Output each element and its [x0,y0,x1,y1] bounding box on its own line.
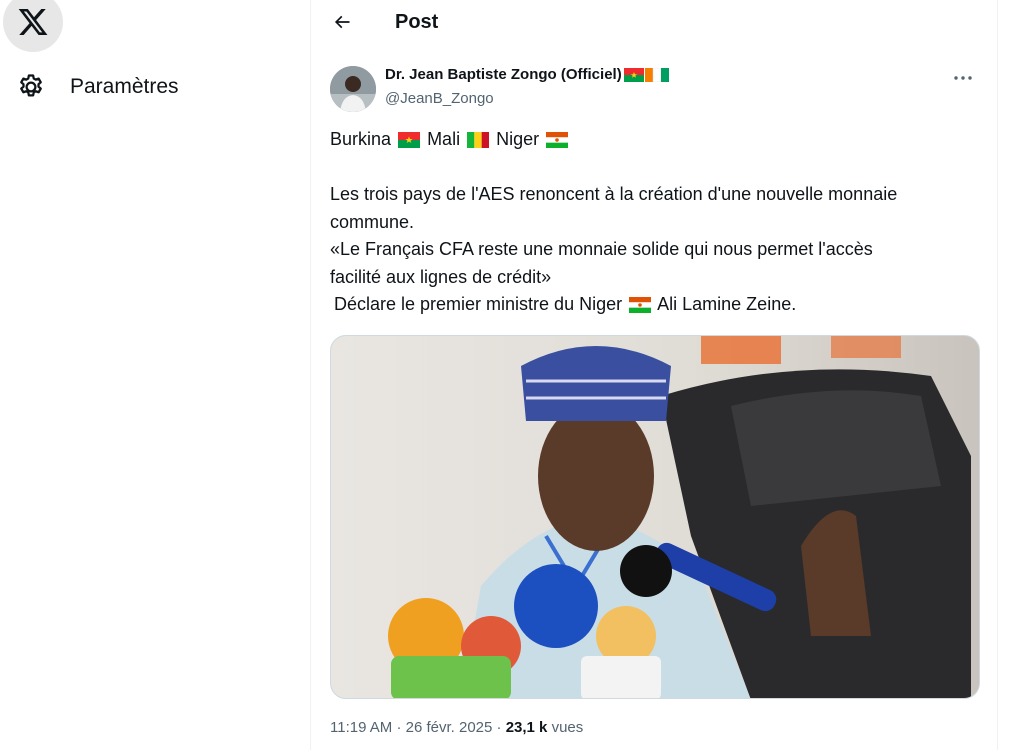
ivory-coast-flag-icon [644,67,669,82]
gear-icon [20,74,42,97]
back-button[interactable] [324,4,360,40]
author-name-row[interactable]: Dr. Jean Baptiste Zongo (Officiel) [385,66,669,83]
nav-settings[interactable]: Paramètres [16,66,179,108]
post-line: «Le Français CFA reste une monnaie solid… [330,239,873,259]
post-time[interactable]: 11:19 AM [330,719,392,736]
meta-separator: · [396,719,402,736]
text-declare: Déclare le premier ministre du Niger [334,294,623,314]
main-column: Post Dr. Jean Baptiste Zongo (Officiel) … [310,0,998,750]
more-button[interactable] [946,66,980,90]
burkina-flag-icon [623,67,644,82]
text-mali: Mali [427,129,461,149]
arrow-left-icon [334,15,350,29]
avatar-image [330,66,376,112]
post-line: Déclare le premier ministre du Niger Ali… [330,291,980,319]
post-line: commune. [330,211,415,232]
views-count: 23,1 k [505,719,548,736]
author-name: Dr. Jean Baptiste Zongo (Officiel) [385,66,622,83]
views-label: vues [551,719,584,736]
post-photo [331,336,979,698]
post-line: facilité aux lignes de crédit» [330,266,552,287]
niger-flag-icon [629,297,652,313]
burkina-flag-icon [398,132,421,148]
text-niger: Niger [496,129,540,149]
text-burkina: Burkina [330,129,392,149]
more-dots-icon [954,76,972,80]
x-logo-icon [18,9,48,35]
post-date[interactable]: 26 févr. 2025 [406,719,493,736]
post-text: Burkina Mali Niger Les trois pays de l'A… [330,126,980,319]
post-meta: 11:19 AM · 26 févr. 2025 · 23,1 k vues [330,719,583,736]
mali-flag-icon [467,132,490,148]
post-image[interactable] [330,335,980,699]
avatar[interactable] [330,66,376,112]
left-nav: Paramètres [0,0,310,750]
page-title: Post [395,10,439,33]
post-header: Post [311,0,997,44]
post-author: Dr. Jean Baptiste Zongo (Officiel) @Jean… [330,64,980,114]
post-line-flags: Burkina Mali Niger [330,126,980,154]
post-line: Les trois pays de l'AES renoncent à la c… [330,184,898,204]
nav-settings-label: Paramètres [70,75,179,98]
x-logo-button[interactable] [3,0,63,52]
niger-flag-icon [546,132,569,148]
meta-separator: · [496,719,502,736]
author-handle[interactable]: @JeanB_Zongo [385,90,494,107]
text-minister-name: Ali Lamine Zeine. [657,294,797,314]
